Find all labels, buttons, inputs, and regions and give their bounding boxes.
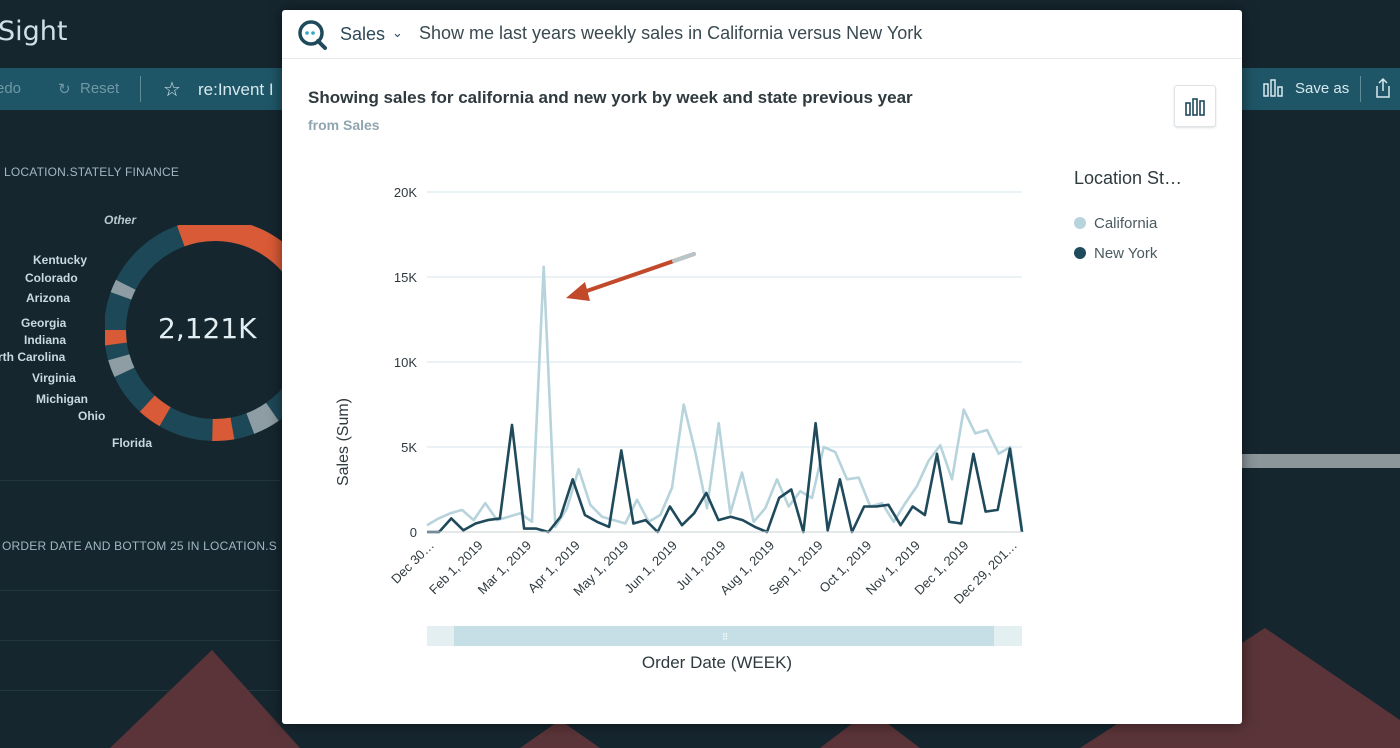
donut-section-title: LOCATION.STATELY FINANCE bbox=[4, 165, 180, 179]
donut-label: Michigan bbox=[36, 392, 89, 406]
annotation-arrow-head bbox=[566, 282, 590, 301]
legend-item-california[interactable]: California bbox=[1074, 215, 1157, 232]
x-tick-label: Jun 1, 2019 bbox=[621, 538, 680, 597]
dashboard-name: re:Invent I bbox=[198, 80, 274, 99]
y-tick-label: 0 bbox=[410, 525, 417, 540]
donut-label: Florida bbox=[112, 436, 153, 450]
legend-label: California bbox=[1094, 215, 1158, 232]
background-bar bbox=[1240, 454, 1400, 468]
save-as-button[interactable]: Save as bbox=[1295, 80, 1349, 97]
legend-item-new-york[interactable]: New York bbox=[1074, 245, 1157, 262]
toolbar-divider-2 bbox=[1360, 76, 1361, 102]
y-tick-label: 15K bbox=[394, 270, 417, 285]
legend-marker-icon bbox=[1074, 217, 1086, 229]
reset-icon[interactable]: ↻ bbox=[58, 80, 71, 98]
toolbar-divider bbox=[140, 76, 141, 102]
slider-grip-icon[interactable]: ⠿ bbox=[722, 632, 729, 642]
redo-button[interactable]: edo bbox=[0, 80, 21, 97]
donut-label: Colorado bbox=[25, 271, 78, 285]
divider bbox=[0, 480, 280, 481]
legend-marker-icon bbox=[1074, 247, 1086, 259]
x-axis-label: Order Date (WEEK) bbox=[642, 653, 792, 672]
donut-label: Kentucky bbox=[33, 253, 88, 267]
donut-label: Virginia bbox=[32, 371, 76, 385]
donut-label: Arizona bbox=[26, 291, 71, 305]
x-tick-label: Dec 30… bbox=[388, 538, 437, 587]
legend-label: New York bbox=[1094, 245, 1158, 262]
save-as-icon[interactable] bbox=[1262, 78, 1284, 102]
q-answer-panel: Sales ⌄ Show me last years weekly sales … bbox=[282, 10, 1242, 724]
second-section-title: ORDER DATE AND BOTTOM 25 IN LOCATION.S bbox=[2, 539, 277, 553]
donut-total: 2,121K bbox=[158, 312, 257, 345]
donut-label: Other bbox=[104, 213, 137, 227]
legend-title: Location St… bbox=[1074, 168, 1183, 188]
share-icon[interactable] bbox=[1374, 77, 1392, 103]
donut-label: Georgia bbox=[21, 316, 67, 330]
line-chart: 05K10K15K20K Dec 30…Feb 1, 2019Mar 1, 20… bbox=[335, 185, 1024, 672]
reset-button[interactable]: Reset bbox=[80, 80, 119, 97]
y-tick-label: 5K bbox=[401, 440, 417, 455]
y-axis-label: Sales (Sum) bbox=[335, 398, 352, 486]
star-icon[interactable]: ☆ bbox=[163, 77, 181, 102]
y-tick-label: 20K bbox=[394, 185, 417, 200]
series-line-california[interactable] bbox=[426, 265, 1024, 529]
donut-label: Ohio bbox=[78, 409, 106, 423]
y-tick-label: 10K bbox=[394, 355, 417, 370]
donut-label: Indiana bbox=[24, 333, 67, 347]
app-title: Sight bbox=[0, 16, 68, 47]
annotation-arrow-tail bbox=[672, 252, 696, 263]
donut-label: rth Carolina bbox=[0, 350, 66, 364]
